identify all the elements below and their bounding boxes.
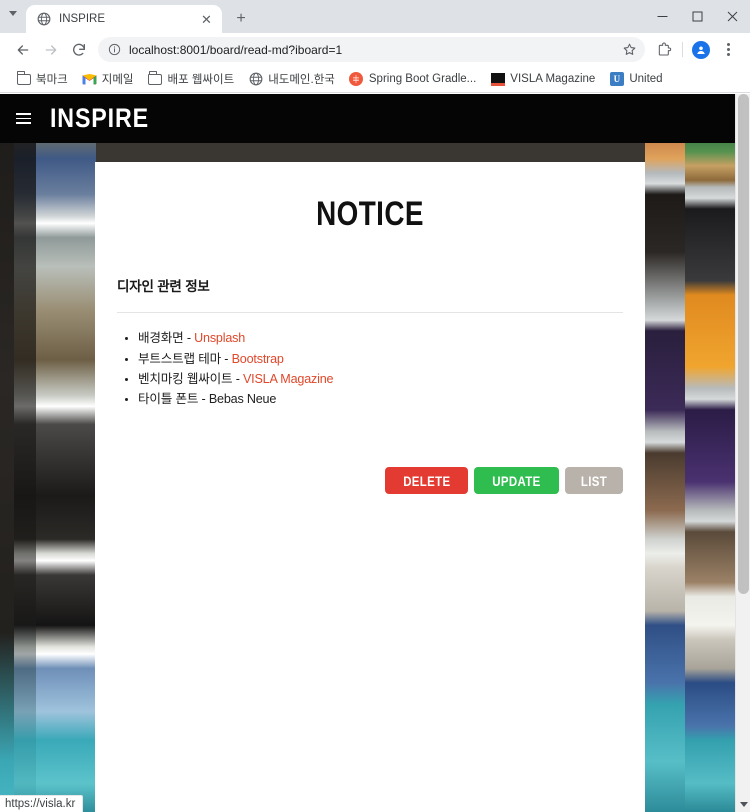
url-text[interactable]: localhost:8001/board/read-md?iboard=1: [129, 43, 612, 57]
profile-avatar[interactable]: [688, 37, 714, 63]
bookmark-deploy-sites[interactable]: 배포 웹싸이트: [142, 68, 241, 90]
list-item-text: 배경화면 -: [138, 331, 195, 346]
bookmark-bukmark[interactable]: 북마크: [10, 68, 74, 90]
bookmark-label: 북마크: [36, 74, 68, 86]
post-subject: 디자인 관련 정보: [117, 279, 210, 295]
post-content-list: 배경화면 - Unsplash 부트스트랩 테마 - Bootstrap 벤치마…: [117, 329, 623, 409]
update-button[interactable]: UPDATE: [474, 467, 560, 494]
spring-icon: [349, 72, 364, 87]
extensions-button[interactable]: [651, 37, 677, 63]
delete-button-label: DELETE: [402, 473, 450, 489]
bookmark-gmail[interactable]: 지메일: [76, 68, 140, 90]
list-item: 배경화면 - Unsplash: [138, 329, 623, 348]
united-icon: U: [609, 72, 624, 87]
window-controls: [645, 0, 750, 33]
address-bar[interactable]: localhost:8001/board/read-md?iboard=1: [98, 37, 645, 62]
tab-strip: INSPIRE ✕ +: [0, 0, 750, 33]
bg-right-shelves-a: [645, 94, 685, 812]
globe-icon: [36, 12, 51, 27]
list-item: 타이틀 폰트 - Bebas Neue: [138, 390, 623, 409]
close-window-button[interactable]: [715, 0, 750, 32]
list-item-text: 벤치마킹 웹싸이트 -: [138, 371, 243, 386]
visla-icon: [490, 72, 505, 87]
site-brand[interactable]: INSPIRE: [50, 103, 149, 134]
bookmark-label: 지메일: [101, 74, 134, 86]
bookmarks-bar: 북마크 지메일 배포 웹싸이트 내도메인.한국 Spring Boot Grad…: [0, 66, 750, 93]
list-item: 부트스트랩 테마 - Bootstrap: [138, 350, 623, 369]
browser-toolbar: localhost:8001/board/read-md?iboard=1: [0, 33, 750, 66]
globe-icon: [248, 72, 263, 87]
bookmark-label: 배포 웹싸이트: [167, 74, 235, 86]
bookmark-mydomain[interactable]: 내도메인.한국: [242, 68, 341, 90]
folder-icon: [16, 71, 31, 87]
link-visla-magazine[interactable]: VISLA Magazine: [243, 372, 334, 386]
new-tab-button[interactable]: +: [228, 6, 254, 32]
site-header: INSPIRE: [0, 94, 750, 143]
browser-tab-inspire[interactable]: INSPIRE ✕: [26, 5, 222, 33]
page-title: NOTICE: [316, 195, 424, 233]
bookmark-spring-boot-gradle[interactable]: Spring Boot Gradle...: [343, 69, 482, 90]
tab-search-button[interactable]: [0, 0, 26, 33]
back-button[interactable]: [9, 36, 36, 63]
list-item-plain: Bebas Neue: [208, 391, 277, 406]
scroll-down-arrow-icon[interactable]: [736, 797, 750, 811]
bookmark-label: Spring Boot Gradle...: [368, 73, 477, 85]
bookmark-visla-magazine[interactable]: VISLA Magazine: [484, 69, 601, 90]
bookmark-label: United: [629, 73, 663, 85]
bg-left-wall: [0, 94, 14, 812]
tab-close-icon[interactable]: ✕: [199, 12, 214, 27]
scrollbar-thumb[interactable]: [738, 94, 749, 594]
bg-right-shelves-b: [685, 94, 735, 812]
link-unsplash[interactable]: Unsplash: [194, 331, 245, 345]
divider: [117, 312, 623, 314]
bookmark-label: 내도메인.한국: [268, 74, 335, 86]
browser-window: INSPIRE ✕ + localhost:8001/board/read-md…: [0, 0, 750, 812]
update-button-label: UPDATE: [492, 473, 541, 489]
list-item-text: 부트스트랩 테마 -: [138, 351, 232, 366]
status-bar: https://visla.kr: [0, 795, 84, 812]
toolbar-divider: [682, 42, 683, 57]
minimize-button[interactable]: [645, 0, 680, 32]
page-viewport: INSPIRE NOTICE 디자인 관련 정보 배경화면 - Unsplash…: [0, 94, 750, 812]
forward-button[interactable]: [37, 36, 64, 63]
folder-icon: [148, 71, 163, 87]
list-item: 벤치마킹 웹싸이트 - VISLA Magazine: [138, 370, 623, 389]
page-scrollbar[interactable]: [735, 94, 750, 812]
info-circle-icon[interactable]: [107, 42, 122, 57]
bg-left-shadow: [14, 94, 36, 812]
action-buttons: DELETE UPDATE LIST: [384, 467, 623, 494]
three-dot-menu-icon[interactable]: [715, 37, 741, 63]
link-bootstrap[interactable]: Bootstrap: [232, 352, 284, 366]
list-button-label: LIST: [580, 473, 608, 489]
bookmark-label: VISLA Magazine: [510, 73, 596, 85]
menu-dots: [726, 43, 730, 56]
gmail-icon: [82, 72, 97, 87]
avatar: [692, 40, 710, 59]
reload-button[interactable]: [65, 36, 92, 63]
list-item-text: 타이틀 폰트 -: [138, 391, 209, 406]
chevron-down-icon: [9, 11, 17, 16]
bookmark-united[interactable]: U United: [603, 69, 668, 90]
star-icon[interactable]: [619, 40, 639, 60]
notice-card: NOTICE 디자인 관련 정보 배경화면 - Unsplash 부트스트랩 테…: [95, 162, 645, 812]
maximize-button[interactable]: [680, 0, 715, 32]
tab-title: INSPIRE: [59, 13, 106, 25]
list-button[interactable]: LIST: [565, 467, 623, 494]
delete-button[interactable]: DELETE: [384, 467, 469, 494]
hamburger-icon[interactable]: [12, 108, 34, 130]
